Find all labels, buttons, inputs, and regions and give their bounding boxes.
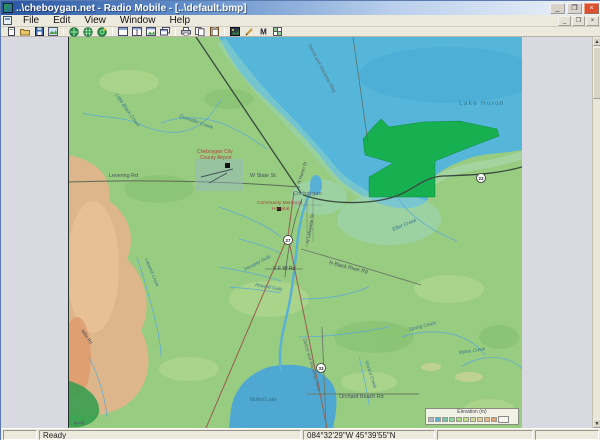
save-button[interactable] xyxy=(32,27,46,36)
text-icon: M xyxy=(259,27,268,36)
legend-swatch xyxy=(477,417,483,422)
legend-swatch xyxy=(484,417,490,422)
status-ready: Ready xyxy=(39,430,301,440)
split-window-button[interactable] xyxy=(130,27,144,36)
child-minimize-button[interactable]: _ xyxy=(558,16,571,26)
save-icon xyxy=(35,27,44,36)
label-cheboygan: Cheboygan xyxy=(293,191,322,197)
document-icon[interactable] xyxy=(3,16,12,25)
mdi-client-area: 27 23 33 Lake Huron Little Black Creek Q… xyxy=(1,37,600,428)
legend-swatch xyxy=(463,417,469,422)
label-orchard-beach-rd: Orchard Beach Rd xyxy=(339,394,384,400)
minimize-button[interactable]: _ xyxy=(550,3,565,14)
paste-icon xyxy=(210,27,219,36)
save-picture-button[interactable] xyxy=(46,27,60,36)
grid-button[interactable] xyxy=(270,27,284,36)
legend-swatch xyxy=(491,417,497,422)
status-coordinates: 084°32'29"W 45°39'55"N xyxy=(303,430,435,440)
legend-swatch xyxy=(456,417,462,422)
copy-button[interactable] xyxy=(193,27,207,36)
window-title: ..\cheboygan.net - Radio Mobile - [..\de… xyxy=(16,3,247,14)
scrollbar-thumb[interactable] xyxy=(593,47,600,99)
menu-edit[interactable]: Edit xyxy=(46,15,77,27)
menu-bar: File Edit View Window Help _ ❐ × xyxy=(1,15,600,27)
cascade-window-button[interactable] xyxy=(158,27,172,36)
open-icon xyxy=(20,27,30,36)
legend-swatch xyxy=(435,417,441,422)
menu-view[interactable]: View xyxy=(77,15,113,27)
map-properties-button[interactable] xyxy=(67,27,81,36)
image-icon xyxy=(230,27,240,36)
high-terrain-core xyxy=(69,201,119,333)
label-w-state-st: W State St xyxy=(250,173,276,179)
legend-swatch xyxy=(428,417,434,422)
airport-area xyxy=(195,159,243,191)
radio-mobile-window: ..\cheboygan.net - Radio Mobile - [..\de… xyxy=(0,0,600,440)
picture-icon xyxy=(48,27,58,36)
label-hospital-2: Hospital xyxy=(272,206,289,212)
app-icon[interactable] xyxy=(3,3,13,13)
globe-grid-icon xyxy=(83,27,93,37)
label-lake-huron: Lake Huron xyxy=(459,100,505,107)
draw-button[interactable] xyxy=(242,27,256,36)
scroll-up-icon[interactable]: ▲ xyxy=(593,37,600,46)
window-picture-icon xyxy=(146,27,156,36)
title-bar: ..\cheboygan.net - Radio Mobile - [..\de… xyxy=(1,1,600,15)
legend-end-box xyxy=(498,416,509,423)
airport-marker xyxy=(225,163,230,168)
status-panel-3 xyxy=(535,430,599,440)
window-split-icon xyxy=(132,27,142,36)
legend-swatch xyxy=(449,417,455,422)
child-restore-button[interactable]: ❐ xyxy=(572,16,585,26)
label-hospital-1: Community Memorial xyxy=(257,200,302,206)
elevation-grid-button[interactable] xyxy=(81,27,95,36)
globe-net-icon xyxy=(97,27,107,37)
paste-button[interactable] xyxy=(207,27,221,36)
grid-icon xyxy=(273,27,282,36)
copy-icon xyxy=(195,27,205,36)
close-button[interactable]: × xyxy=(584,3,599,14)
legend-title: Elevation (m) xyxy=(428,410,516,415)
vertical-scrollbar[interactable]: ▲ ▼ xyxy=(592,37,600,428)
scroll-down-icon[interactable]: ▼ xyxy=(593,419,600,428)
label-levering-rd: Levering Rd xyxy=(109,173,138,179)
globe-map-icon xyxy=(69,27,79,37)
new-picture-button[interactable] xyxy=(116,27,130,36)
status-panel-blank xyxy=(3,430,37,440)
shield-27: 27 xyxy=(285,238,291,243)
status-panel-2 xyxy=(437,430,533,440)
view-picture-button[interactable] xyxy=(228,27,242,36)
toolbar: M xyxy=(1,27,600,37)
merge-pictures-button[interactable] xyxy=(95,27,109,36)
restore-button[interactable]: ❐ xyxy=(567,3,582,14)
label-button[interactable]: M xyxy=(256,27,270,36)
print-icon xyxy=(181,27,191,36)
new-button[interactable] xyxy=(4,27,18,36)
window-cascade-icon xyxy=(160,27,170,36)
picture-window-button[interactable] xyxy=(144,27,158,36)
shield-33: 33 xyxy=(318,366,324,371)
pencil-icon xyxy=(245,27,254,36)
print-button[interactable] xyxy=(179,27,193,36)
open-button[interactable] xyxy=(18,27,32,36)
window-icon xyxy=(118,27,128,36)
map-canvas: 27 23 33 Lake Huron Little Black Creek Q… xyxy=(69,37,522,428)
label-airport-2: County Airport xyxy=(200,155,232,161)
menu-help[interactable]: Help xyxy=(162,15,197,27)
elevation-legend: Elevation (m) xyxy=(425,408,519,425)
label-vfw-rd: V F W Rd xyxy=(273,266,296,272)
label-mullett-lake: Mullett Lake xyxy=(250,397,277,403)
status-bar: Ready 084°32'29"W 45°39'55"N xyxy=(1,428,600,440)
menu-file[interactable]: File xyxy=(16,15,46,27)
menu-window[interactable]: Window xyxy=(113,15,163,27)
legend-swatch xyxy=(470,417,476,422)
svg-text:M: M xyxy=(260,28,267,37)
child-close-button[interactable]: × xyxy=(586,16,599,26)
shield-23: 23 xyxy=(478,176,484,181)
map-document[interactable]: 27 23 33 Lake Huron Little Black Creek Q… xyxy=(68,37,521,428)
new-icon xyxy=(7,27,16,36)
marsh-bay xyxy=(337,193,441,245)
legend-swatches xyxy=(428,416,516,423)
legend-swatch xyxy=(442,417,448,422)
